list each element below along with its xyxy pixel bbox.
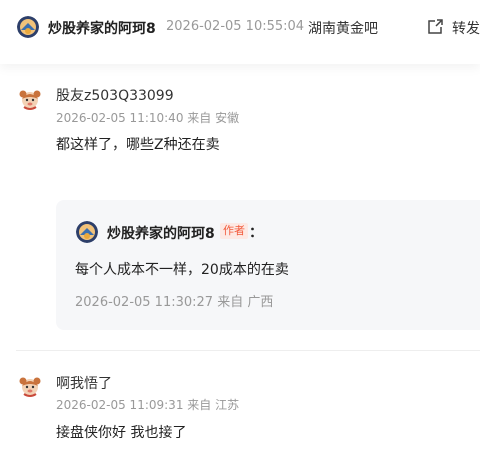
bar-link[interactable]: 湖南黄金吧 [308, 18, 378, 38]
comment-meta: 2026-02-05 11:09:31 来自 江苏 [56, 398, 240, 412]
post-timestamp: 2026-02-05 10:55:04 [166, 19, 305, 34]
reply-author-name[interactable]: 炒股养家的阿珂8 [107, 223, 215, 243]
reply-text: 每个人成本不一样，20成本的在卖 [75, 262, 289, 278]
share-button[interactable]: 转发 [452, 18, 480, 38]
user-avatar-icon[interactable] [18, 87, 42, 111]
reply-colon: ： [249, 225, 263, 241]
post-author-name[interactable]: 炒股养家的阿珂8 [48, 18, 156, 38]
comment-text: 都这样了，哪些Z种还在卖 [56, 137, 220, 153]
comment-text: 接盘侠你好 我也接了 [56, 425, 187, 441]
share-icon[interactable] [426, 18, 444, 36]
user-avatar-icon[interactable] [18, 374, 42, 398]
reply-meta: 2026-02-05 11:30:27 来自 广西 [75, 295, 274, 310]
author-badge: 作者 [220, 223, 248, 239]
comment-divider [16, 350, 480, 351]
comment-username[interactable]: 啊我悟了 [56, 373, 112, 393]
author-avatar-icon[interactable] [17, 16, 39, 38]
author-avatar-icon[interactable] [76, 221, 98, 243]
comment-username[interactable]: 股友z503Q33099 [56, 85, 174, 105]
comment-meta: 2026-02-05 11:10:40 来自 安徽 [56, 111, 240, 125]
